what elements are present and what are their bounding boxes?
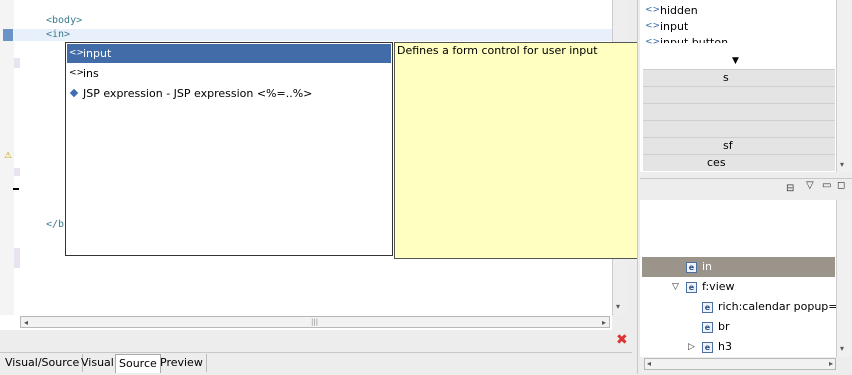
outline-toolbar: ⊟ ▽ ▭ ◻ bbox=[640, 178, 852, 201]
tag-icon: <> bbox=[645, 37, 661, 47]
code-line-body: <body> bbox=[46, 15, 83, 26]
code-line-close: </b bbox=[46, 219, 65, 230]
collapse-toggle-icon[interactable]: ▷ bbox=[688, 342, 695, 352]
editor-horizontal-scrollbar[interactable]: ◂ ||| ▸ bbox=[20, 316, 610, 328]
palette-group[interactable] bbox=[643, 103, 835, 120]
delete-icon[interactable]: ✖ bbox=[616, 332, 628, 348]
content-assist-popup: <> input <> ins JSP expression - JSP exp… bbox=[65, 42, 393, 256]
tab-source[interactable]: Source bbox=[115, 354, 161, 373]
palette-more-icon[interactable]: ▼ bbox=[732, 56, 739, 66]
tag-icon: <> bbox=[69, 48, 85, 58]
maximize-icon[interactable]: ◻ bbox=[837, 180, 845, 191]
palette-item-hidden[interactable]: hidden bbox=[660, 4, 698, 17]
element-icon: e bbox=[702, 342, 713, 353]
outline-item-br[interactable]: e br bbox=[702, 317, 730, 337]
tag-icon: <> bbox=[645, 5, 661, 15]
tab-visual-source[interactable]: Visual/Source bbox=[2, 354, 84, 372]
current-line-marker bbox=[3, 29, 13, 41]
palette-item-input-button[interactable]: input button bbox=[660, 36, 728, 43]
outline-selection bbox=[642, 257, 835, 277]
minimize-icon[interactable]: ▭ bbox=[822, 180, 831, 191]
tag-icon: <> bbox=[645, 21, 661, 31]
outline-item-fview[interactable]: e f:view bbox=[686, 277, 735, 297]
scroll-down-icon[interactable]: ▾ bbox=[616, 302, 620, 311]
scroll-grip-icon: ||| bbox=[311, 318, 319, 326]
outline-vertical-scrollbar[interactable]: ▾ bbox=[836, 200, 851, 357]
collapse-all-icon[interactable]: ⊟ bbox=[786, 183, 794, 194]
code-line-in: <in> bbox=[46, 29, 71, 40]
outline-item-h3[interactable]: e h3 bbox=[702, 337, 732, 357]
change-marker bbox=[14, 58, 20, 68]
outline-horizontal-scrollbar[interactable]: ◂ ▸ bbox=[644, 358, 836, 370]
jsp-diamond-icon bbox=[69, 88, 79, 98]
scroll-left-icon[interactable]: ◂ bbox=[24, 318, 28, 327]
scroll-left-icon[interactable]: ◂ bbox=[647, 359, 651, 368]
palette-group[interactable] bbox=[643, 86, 835, 103]
view-menu-icon[interactable]: ▽ bbox=[806, 180, 814, 191]
outline-item-in[interactable]: e in bbox=[686, 257, 712, 277]
palette-group[interactable]: sf bbox=[643, 137, 835, 154]
element-icon: e bbox=[702, 322, 713, 333]
current-line-highlight bbox=[14, 29, 612, 41]
expand-toggle-icon[interactable]: ▽ bbox=[672, 282, 679, 292]
change-marker bbox=[14, 248, 20, 268]
element-icon: e bbox=[686, 282, 697, 293]
tab-visual[interactable]: Visual bbox=[78, 354, 118, 372]
palette-item-input[interactable]: input bbox=[660, 20, 688, 33]
outline-item-calendar[interactable]: e rich:calendar popup=fa bbox=[702, 297, 836, 317]
element-icon: e bbox=[702, 302, 713, 313]
palette-scrollbar[interactable]: ▾ bbox=[836, 0, 851, 172]
change-marker bbox=[14, 168, 20, 176]
warning-icon: ⚠ bbox=[3, 151, 13, 161]
palette-group[interactable]: s bbox=[643, 69, 835, 86]
scroll-right-icon[interactable]: ▸ bbox=[829, 359, 833, 368]
suggestion-label: JSP expression - JSP expression <%=..%> bbox=[83, 87, 313, 100]
element-icon: e bbox=[686, 262, 697, 273]
editor-tabs: Visual/Source Visual Source Preview bbox=[0, 352, 632, 375]
outline-view bbox=[640, 200, 836, 357]
palette-group[interactable] bbox=[643, 120, 835, 137]
scroll-right-icon[interactable]: ▸ bbox=[602, 318, 606, 327]
fold-marker bbox=[13, 188, 19, 190]
suggestion-ins[interactable]: <> ins bbox=[67, 64, 391, 83]
suggestion-jsp-expression[interactable]: JSP expression - JSP expression <%=..%> bbox=[67, 84, 391, 103]
palette-group[interactable]: ces bbox=[643, 154, 835, 171]
scroll-down-icon[interactable]: ▾ bbox=[840, 160, 844, 169]
suggestion-input[interactable]: <> input bbox=[67, 44, 391, 63]
suggestion-label: ins bbox=[83, 67, 99, 80]
tab-preview[interactable]: Preview bbox=[157, 354, 207, 372]
suggestion-label: input bbox=[83, 47, 112, 60]
tag-icon: <> bbox=[69, 68, 85, 78]
scroll-down-icon[interactable]: ▾ bbox=[840, 344, 844, 353]
